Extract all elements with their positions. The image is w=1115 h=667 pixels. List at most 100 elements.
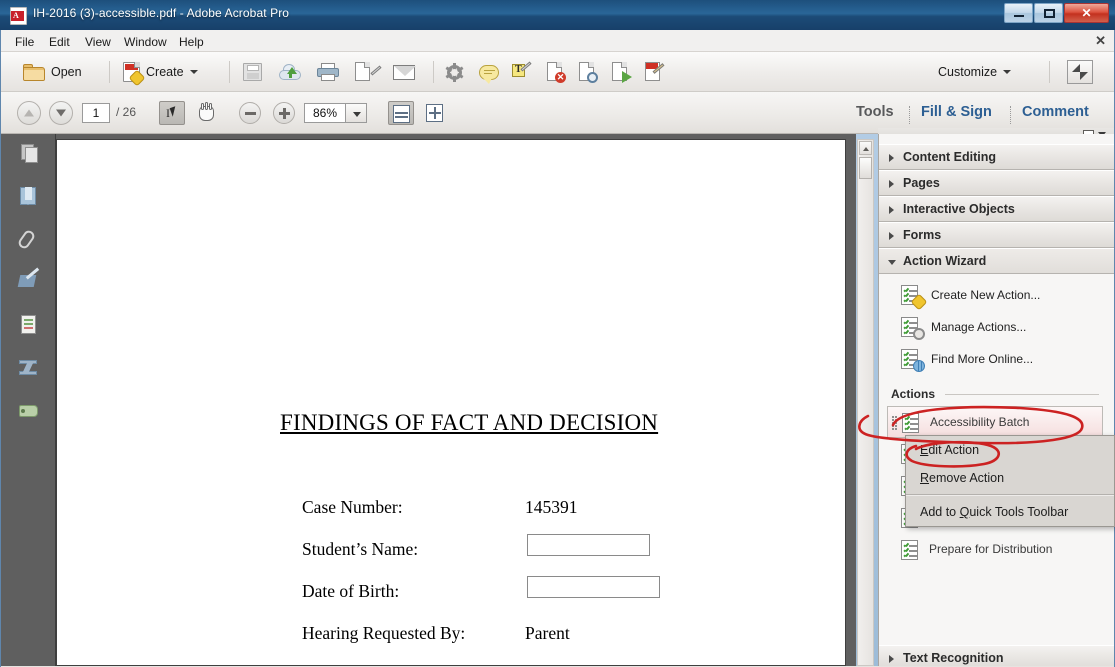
expand-icon [1067, 60, 1093, 84]
context-menu-remove-action[interactable]: Remove Action [906, 464, 1114, 492]
action-item-prepare-for-distribution[interactable]: Prepare for Distribution [887, 534, 1103, 566]
section-forms[interactable]: Forms [879, 222, 1114, 248]
bookmarks-icon[interactable] [16, 184, 42, 210]
menu-view[interactable]: View [79, 33, 117, 51]
remove-pdf-button[interactable]: ✕ [547, 58, 564, 86]
tags-icon[interactable] [16, 399, 42, 425]
context-menu-label: dit Action [928, 443, 979, 457]
pdf-page: FINDINGS OF FACT AND DECISION Case Numbe… [56, 139, 846, 666]
tab-tools[interactable]: Tools [856, 104, 894, 120]
create-new-action-item[interactable]: Create New Action... [879, 280, 1114, 312]
section-interactive-objects[interactable]: Interactive Objects [879, 196, 1114, 222]
section-label: Action Wizard [903, 254, 986, 268]
drag-handle[interactable] [892, 416, 896, 430]
select-tool-button[interactable]: I [159, 101, 185, 125]
arrow-up-icon [863, 147, 869, 151]
action-item-accessibility-batch[interactable]: Accessibility Batch [887, 406, 1103, 438]
open-button[interactable]: Open [23, 58, 82, 86]
maximize-button[interactable] [1034, 3, 1063, 23]
scroll-up-button[interactable] [859, 141, 872, 155]
text-edit-button[interactable]: T [512, 58, 532, 86]
close-document-icon[interactable]: ✕ [1095, 33, 1106, 49]
print-button[interactable] [317, 58, 339, 86]
menu-help[interactable]: Help [173, 33, 210, 51]
context-menu-edit-action[interactable]: Edit Action [906, 436, 1114, 464]
manage-actions-icon [901, 317, 922, 338]
document-canvas[interactable]: FINDINGS OF FACT AND DECISION Case Numbe… [56, 134, 856, 666]
menu-window[interactable]: Window [118, 33, 173, 51]
actions-header: Actions [891, 387, 935, 401]
pdf-icon: A [10, 7, 27, 25]
customize-button[interactable]: Customize [932, 58, 1011, 86]
find-more-online-item[interactable]: Find More Online... [879, 344, 1114, 376]
print-icon [317, 63, 339, 81]
settings-button[interactable] [445, 58, 464, 86]
section-text-recognition[interactable]: Text Recognition [879, 645, 1114, 666]
comment-button[interactable] [479, 58, 499, 86]
create-label: Create [146, 65, 184, 79]
create-action-icon [901, 285, 922, 306]
tab-separator [1010, 106, 1011, 124]
upload-button[interactable] [279, 58, 301, 86]
save-button[interactable] [243, 58, 262, 86]
attachments-icon[interactable] [16, 227, 42, 253]
order-icon[interactable] [16, 356, 42, 382]
fit-width-button[interactable] [388, 101, 414, 125]
doc-label-hearing-requested-by: Hearing Requested By: [302, 623, 465, 644]
zoom-level-input[interactable]: 86% [304, 103, 346, 123]
comment-icon [479, 65, 499, 80]
fit-page-button[interactable] [422, 101, 448, 125]
previous-page-button[interactable] [17, 101, 41, 125]
wizard-item-label: Find More Online... [931, 352, 1033, 366]
zoom-dropdown-button[interactable] [345, 103, 367, 123]
manage-actions-item[interactable]: Manage Actions... [879, 312, 1114, 344]
section-label: Text Recognition [903, 651, 1003, 665]
page-thumbnails-icon[interactable] [16, 142, 42, 168]
context-menu-label: uick Tools Toolbar [969, 505, 1068, 519]
form-field-student-name[interactable] [527, 534, 650, 556]
inspect-pdf-button[interactable] [579, 58, 596, 86]
menu-edit[interactable]: Edit [43, 33, 76, 51]
expand-button[interactable] [1067, 58, 1093, 86]
scrollbar-thumb[interactable] [859, 157, 872, 179]
email-icon [393, 65, 415, 80]
close-button[interactable]: ✕ [1064, 3, 1109, 23]
open-folder-icon [23, 64, 45, 81]
context-menu-label: emove Action [929, 471, 1004, 485]
content-icon[interactable] [16, 313, 42, 339]
window-title: IH-2016 (3)-accessible.pdf - Adobe Acrob… [33, 6, 289, 20]
menu-file[interactable]: File [9, 33, 40, 51]
create-button[interactable]: Create [123, 58, 198, 86]
sign-button[interactable] [355, 58, 372, 86]
action-label: Prepare for Distribution [929, 542, 1052, 556]
export-pdf-button[interactable] [612, 58, 629, 86]
open-label: Open [51, 65, 82, 79]
tab-comment[interactable]: Comment [1022, 104, 1089, 120]
zoom-in-button[interactable] [273, 102, 295, 124]
section-content-editing[interactable]: Content Editing [879, 144, 1114, 170]
section-pages[interactable]: Pages [879, 170, 1114, 196]
page-total-label: / 26 [116, 105, 136, 119]
hand-tool-button[interactable] [193, 101, 219, 125]
minimize-button[interactable] [1004, 3, 1033, 23]
edit-pdf-button[interactable] [645, 58, 662, 86]
toolbar-separator [229, 61, 230, 83]
actions-divider [945, 394, 1099, 395]
signatures-icon[interactable] [16, 270, 42, 296]
action-label: Accessibility Batch [930, 415, 1029, 429]
chevron-right-icon [889, 180, 894, 188]
zoom-out-button[interactable] [239, 102, 261, 124]
fit-page-icon [426, 104, 443, 122]
navigation-rail [1, 134, 56, 666]
chevron-down-icon [888, 260, 896, 265]
remove-pdf-icon: ✕ [547, 62, 564, 82]
page-number-input[interactable]: 1 [82, 103, 110, 123]
email-button[interactable] [393, 58, 415, 86]
context-menu-add-to-quick-tools[interactable]: Add to Quick Tools Toolbar [906, 498, 1114, 526]
form-field-date-of-birth[interactable] [527, 576, 660, 598]
next-page-button[interactable] [49, 101, 73, 125]
sign-icon [355, 62, 372, 82]
section-action-wizard[interactable]: Action Wizard [879, 248, 1114, 274]
tab-fill-and-sign[interactable]: Fill & Sign [921, 104, 992, 120]
document-scrollbar[interactable] [857, 139, 874, 666]
